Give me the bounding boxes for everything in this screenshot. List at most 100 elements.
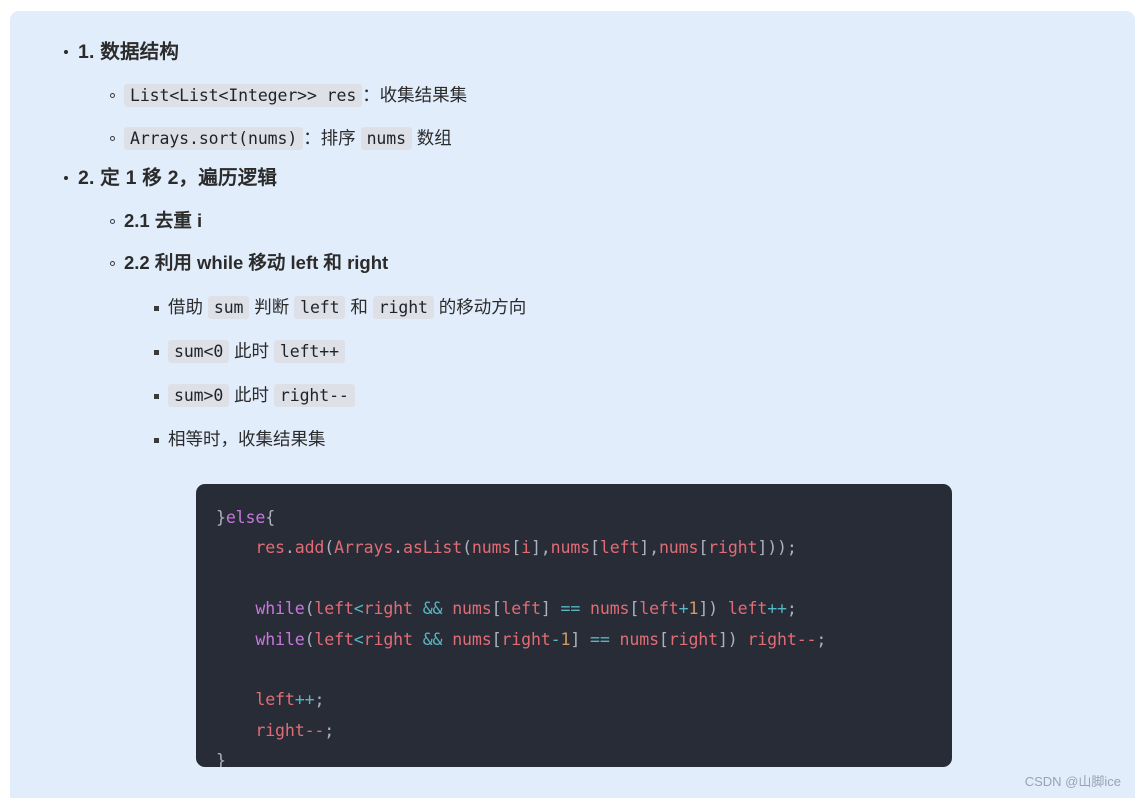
inline-code-chip: left [294, 296, 346, 319]
code-token: ( [304, 599, 315, 619]
code-token: + [678, 599, 689, 619]
list-item-content: sum<0 此时 left++ [168, 338, 1135, 365]
list-item: List<List<Integer>> res ：收集结果集 [78, 81, 1135, 110]
bullet-square-icon [154, 350, 159, 355]
code-block: }else{ res.add(Arrays.asList(nums[i],num… [196, 484, 952, 767]
section-heading: 2. 定 1 移 2，遍历逻辑 [78, 167, 278, 189]
code-token: left [314, 629, 354, 649]
list-item: 2.1 去重 i [78, 207, 1135, 235]
code-token: } [216, 751, 226, 767]
bullet-circle-icon [110, 219, 115, 224]
inline-code-chip: sum>0 [168, 384, 230, 407]
code-content: }else{ res.add(Arrays.asList(nums[i],num… [216, 503, 952, 767]
list-item-content: 借助 sum 判断 left 和 right 的移动方向 [168, 294, 1135, 321]
bullet-circle-icon [110, 93, 115, 98]
code-token: nums [452, 629, 492, 649]
code-token: right [255, 720, 305, 740]
list-item: 相等时，收集结果集 [124, 426, 1135, 453]
code-token: left [727, 599, 768, 619]
outline-sublist-2-2: 借助 sum 判断 left 和 right 的移动方向 sum<0 此时 le… [124, 294, 1135, 453]
list-item: 2.2 利用 while 移动 left 和 right 借助 sum 判断 l… [78, 249, 1135, 453]
code-token: ( [324, 538, 335, 558]
list-item-content: sum>0 此时 right-- [168, 382, 1135, 409]
article-canvas: 1. 数据结构 List<List<Integer>> res ：收集结果集 Ar… [10, 11, 1135, 798]
code-token: ]) [698, 599, 728, 619]
code-token: nums [550, 538, 591, 558]
list-item: 借助 sum 判断 left 和 right 的移动方向 [124, 294, 1135, 321]
inline-code-chip: right-- [273, 384, 355, 407]
list-item-content: 2.2 利用 while 移动 left 和 right [124, 252, 389, 273]
code-token: ; [314, 690, 325, 710]
list-item: sum>0 此时 right-- [124, 382, 1135, 409]
list-item-text: ：收集结果集 [362, 85, 468, 105]
code-token: nums [590, 599, 630, 619]
outline-sublist-1: List<List<Integer>> res ：收集结果集 Arrays.sor… [78, 81, 1135, 153]
code-token: i [521, 538, 531, 558]
code-token: ; [816, 629, 827, 649]
code-token: ], [639, 538, 659, 558]
list-item-text: ：排序 [303, 128, 361, 148]
code-token: . [284, 538, 295, 558]
inline-code-chip: List<List<Integer>> res [124, 84, 363, 107]
bullet-dot-icon [64, 176, 68, 180]
list-item: sum<0 此时 left++ [124, 338, 1135, 365]
code-token: [ [658, 629, 669, 649]
code-token: [ [491, 629, 502, 649]
code-token: Arrays [334, 538, 394, 558]
code-token: ] [570, 629, 591, 649]
bullet-circle-icon [110, 261, 115, 266]
code-token: ] [540, 599, 561, 619]
code-token: res [255, 538, 285, 558]
list-item-content: 2.1 去重 i [124, 210, 203, 231]
code-token: left [501, 599, 541, 619]
list-item-text: 判断 [249, 297, 295, 317]
code-token: < [353, 629, 364, 649]
code-token: asList [403, 538, 463, 558]
inline-code-chip: nums [360, 127, 412, 150]
code-token: [ [629, 599, 640, 619]
list-item-text: 借助 [168, 297, 208, 317]
list-item-text: 和 [345, 297, 373, 317]
bullet-square-icon [154, 438, 159, 443]
code-token: - [550, 629, 561, 649]
code-token: [ [511, 538, 522, 558]
code-token: right [708, 538, 758, 558]
code-token: right [363, 629, 413, 649]
code-token: ( [304, 629, 315, 649]
list-item-text: 数组 [411, 128, 452, 148]
bullet-dot-icon [64, 50, 68, 54]
list-item-text: 的移动方向 [433, 297, 527, 317]
list-item-content: 相等时，收集结果集 [168, 429, 326, 449]
code-token: ++ [767, 599, 787, 619]
inline-code-chip: Arrays.sort(nums) [124, 127, 304, 150]
bullet-square-icon [154, 394, 159, 399]
code-token: right [668, 629, 718, 649]
code-token: ; [324, 720, 335, 740]
inline-code-chip: left++ [273, 340, 345, 363]
code-token: right [501, 629, 551, 649]
code-token: < [353, 599, 364, 619]
code-token: && [422, 599, 443, 619]
code-token: ( [462, 538, 472, 558]
outline-section-1: 1. 数据结构 List<List<Integer>> res ：收集结果集 Ar… [10, 37, 1135, 153]
code-token: while [255, 599, 305, 619]
inline-code-chip: right [372, 296, 434, 319]
list-item-content: List<List<Integer>> res ：收集结果集 [124, 81, 1135, 110]
code-token: nums [452, 599, 492, 619]
list-item: Arrays.sort(nums) ：排序 nums 数组 [78, 124, 1135, 153]
code-token: add [294, 538, 325, 558]
code-token: ++ [294, 690, 315, 710]
code-token: && [422, 629, 443, 649]
code-token: { [265, 508, 276, 527]
list-item-text: 此时 [229, 341, 274, 361]
